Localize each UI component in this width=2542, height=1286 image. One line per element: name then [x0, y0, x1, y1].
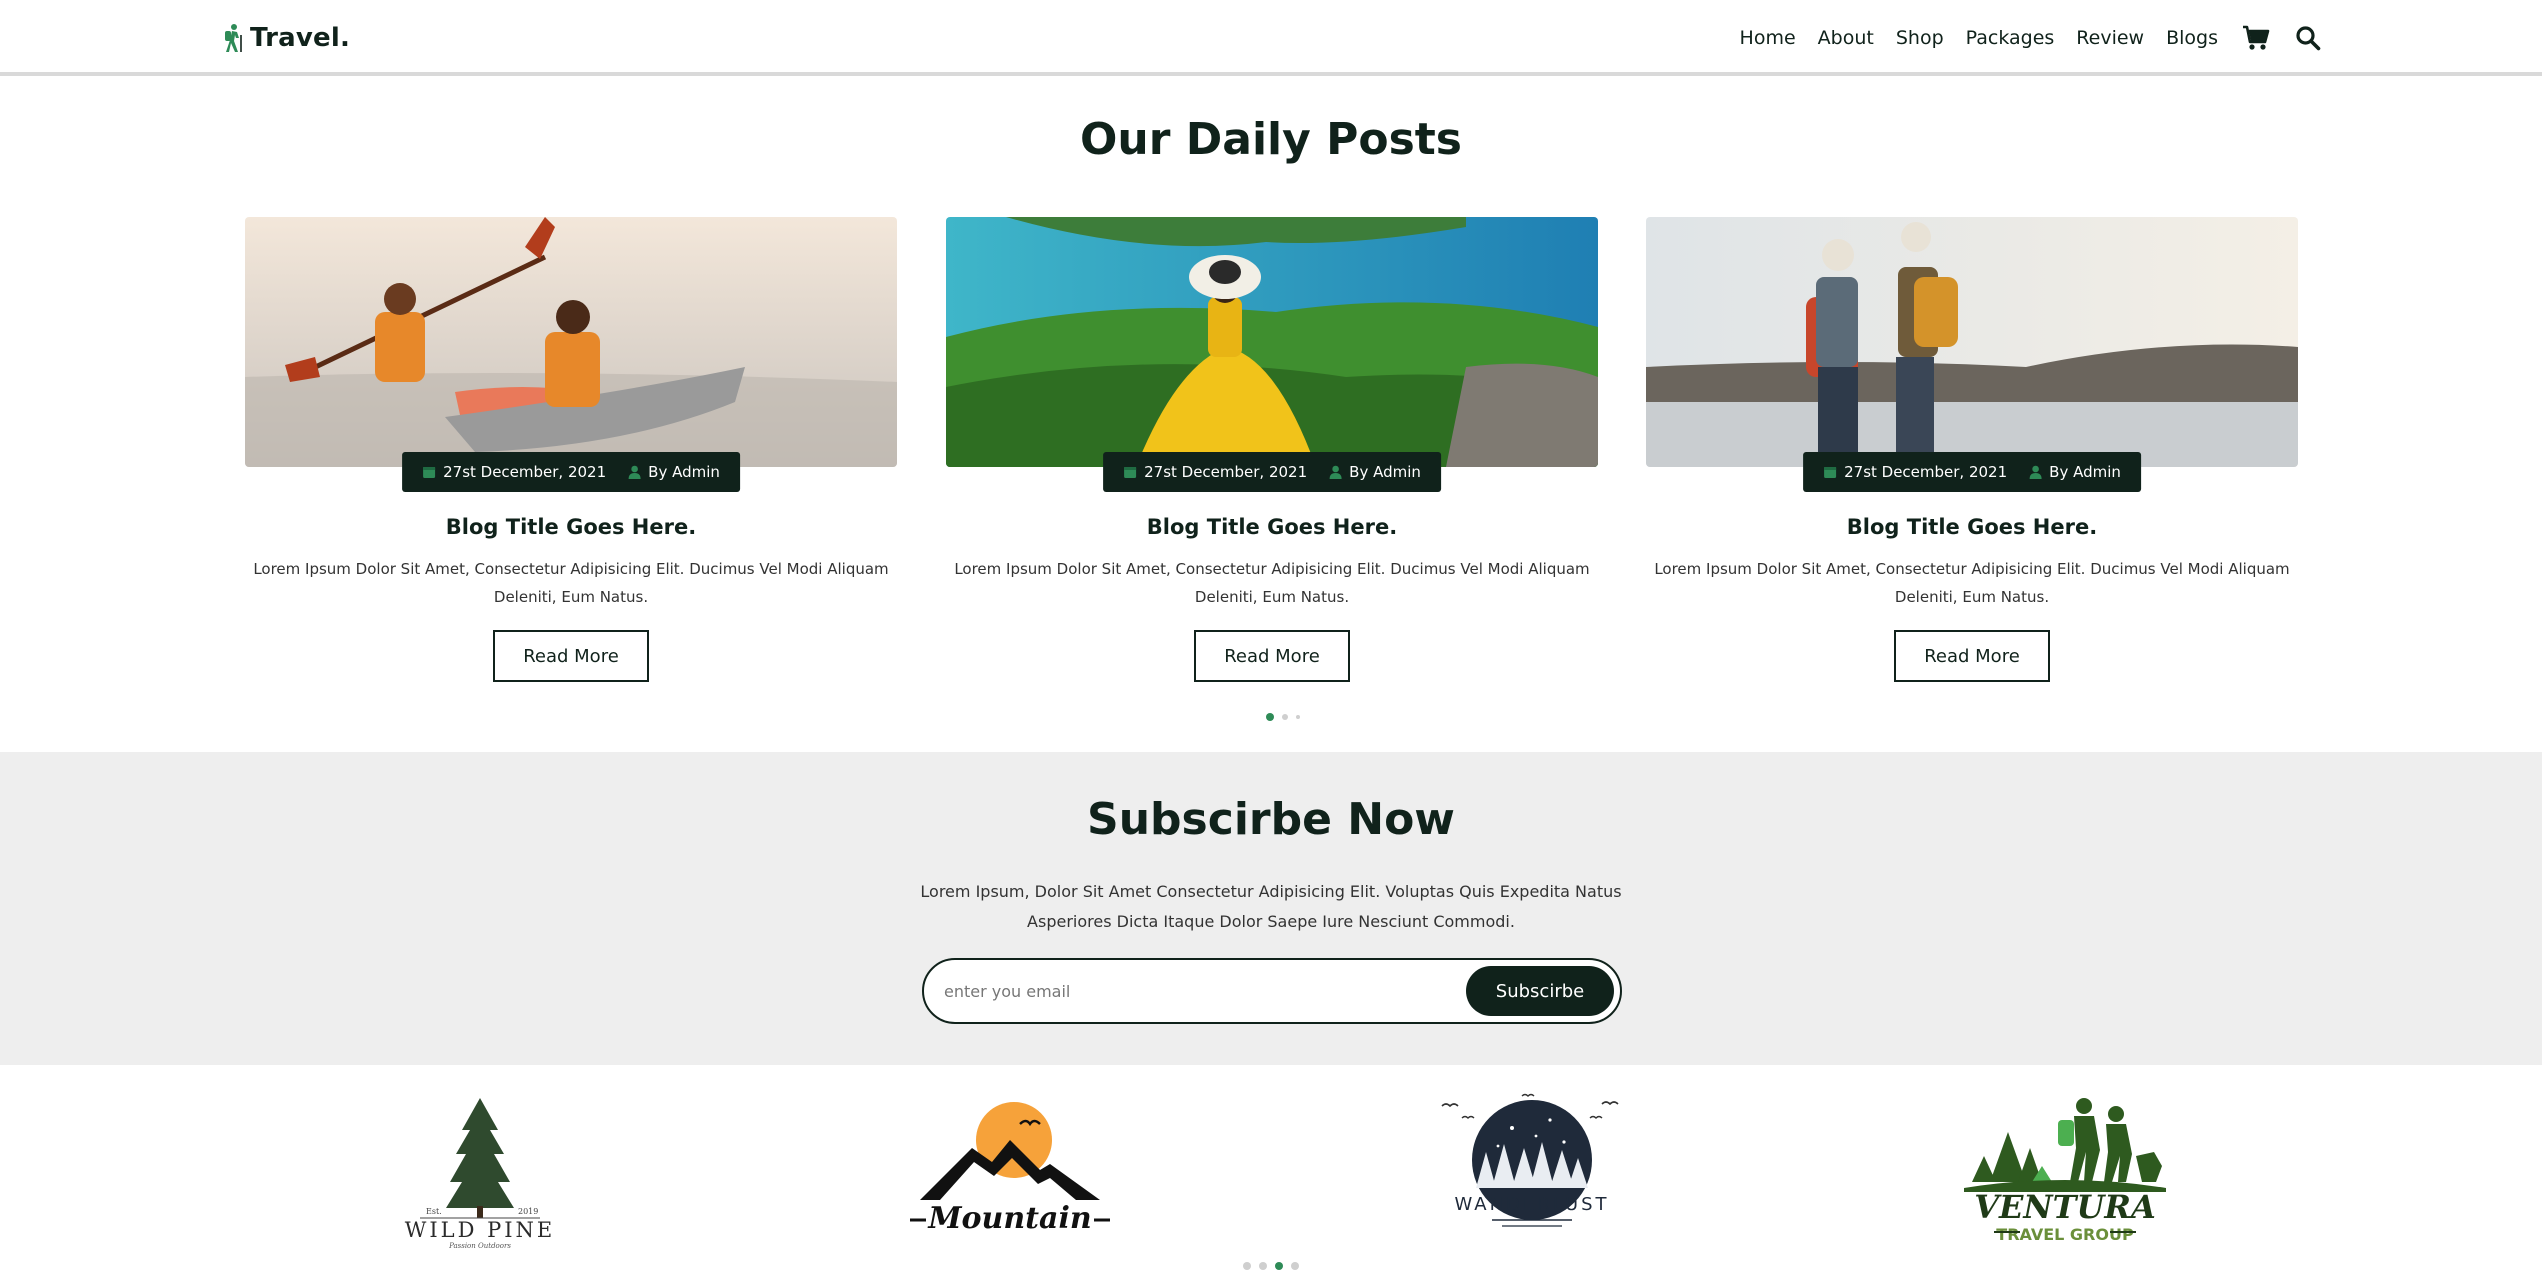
cart-icon[interactable] [2242, 24, 2270, 52]
post-title[interactable]: Blog Title Goes Here. [946, 515, 1598, 539]
post-date: 27st December, 2021 [1844, 463, 2008, 481]
nav-blogs[interactable]: Blogs [2166, 27, 2218, 49]
main-nav: Home About Shop Packages Review Blogs [1740, 18, 2322, 58]
wild-pine-est: Est. [426, 1207, 442, 1216]
post-meta: 27st December, 2021 By Admin [1103, 452, 1441, 492]
blog-image-hikers [1646, 217, 2298, 467]
subscribe-title: Subscirbe Now [1087, 794, 1455, 845]
read-more-button[interactable]: Read More [1894, 630, 2050, 682]
site-header: Travel. Home About Shop Packages Review … [0, 0, 2542, 76]
hiker-icon [225, 24, 242, 52]
calendar-icon [1124, 467, 1137, 478]
posts-title: Our Daily Posts [1079, 114, 1462, 165]
brands-dot-3[interactable] [1275, 1262, 1283, 1270]
subscribe-text-line2: Asperiores Dicta Itaque Dolor Saepe Iure… [1027, 912, 1515, 931]
calendar-icon [423, 467, 436, 478]
read-more-button[interactable]: Read More [1194, 630, 1350, 682]
wild-pine-logo: Est. 2019 WILD PINE Passion Outdoors [405, 1098, 555, 1250]
pagination-dot-2[interactable] [1282, 714, 1288, 720]
post-date: 27st December, 2021 [443, 463, 607, 481]
wanderlust-logo: WANDERLUST [1441, 1093, 1619, 1227]
subscribe-text-line1: Lorem Ipsum, Dolor Sit Amet Consectetur … [920, 882, 1622, 901]
logo[interactable]: Travel. [222, 20, 350, 56]
ventura-sub: TRAVEL GROUP [1996, 1225, 2134, 1244]
subscribe-button[interactable]: Subscirbe [1466, 966, 1614, 1016]
nav-review[interactable]: Review [2076, 27, 2144, 49]
subscribe-form: Subscirbe [922, 958, 1622, 1024]
wild-pine-name: WILD PINE [405, 1218, 555, 1242]
search-icon[interactable] [2294, 24, 2322, 52]
nav-packages[interactable]: Packages [1966, 27, 2055, 49]
mountain-name: Mountain [927, 1201, 1091, 1236]
nav-shop[interactable]: Shop [1896, 27, 1944, 49]
blog-card: 27st December, 2021 By Admin Blog Title … [1646, 217, 2298, 687]
post-meta: 27st December, 2021 By Admin [402, 452, 740, 492]
wild-pine-year: 2019 [518, 1207, 538, 1216]
post-title[interactable]: Blog Title Goes Here. [1646, 515, 2298, 539]
blog-card: 27st December, 2021 By Admin Blog Title … [245, 217, 897, 687]
nav-home[interactable]: Home [1740, 27, 1796, 49]
subscribe-text: Lorem Ipsum, Dolor Sit Amet Consectetur … [0, 877, 2542, 937]
posts-pagination [1266, 713, 1300, 721]
post-excerpt: Lorem Ipsum Dolor Sit Amet, Consectetur … [954, 560, 1590, 606]
brands-pagination [1243, 1262, 1299, 1270]
wild-pine-tagline: Passion Outdoors [448, 1242, 511, 1250]
post-author: By Admin [648, 463, 720, 481]
post-excerpt: Lorem Ipsum Dolor Sit Amet, Consectetur … [253, 560, 889, 606]
wanderlust-name: WANDERLUST [1454, 1194, 1609, 1215]
mountain-logo: Mountain [910, 1102, 1110, 1236]
user-icon [2029, 465, 2042, 479]
brands-dot-1[interactable] [1243, 1262, 1251, 1270]
email-input[interactable] [944, 974, 1424, 1008]
nav-about[interactable]: About [1818, 27, 1874, 49]
user-icon [628, 465, 641, 479]
brands-dot-2[interactable] [1259, 1262, 1267, 1270]
pagination-dot-3[interactable] [1296, 715, 1300, 719]
pagination-dot-1[interactable] [1266, 713, 1274, 721]
blog-image-island [946, 217, 1598, 467]
blog-image-kayak [245, 217, 897, 467]
blog-card: 27st December, 2021 By Admin Blog Title … [946, 217, 1598, 687]
ventura-name: VENTURA [1974, 1188, 2156, 1226]
post-author: By Admin [2049, 463, 2121, 481]
ventura-logo: VENTURA TRAVEL GROUP [1964, 1098, 2166, 1244]
calendar-icon [1824, 467, 1837, 478]
logo-text: Travel. [250, 23, 351, 53]
post-excerpt: Lorem Ipsum Dolor Sit Amet, Consectetur … [1654, 560, 2290, 606]
post-meta: 27st December, 2021 By Admin [1803, 452, 2141, 492]
brands-dot-4[interactable] [1291, 1262, 1299, 1270]
post-date: 27st December, 2021 [1144, 463, 1308, 481]
post-title[interactable]: Blog Title Goes Here. [245, 515, 897, 539]
post-author: By Admin [1349, 463, 1421, 481]
read-more-button[interactable]: Read More [493, 630, 649, 682]
subscribe-section: Subscirbe Now Lorem Ipsum, Dolor Sit Ame… [0, 752, 2542, 1065]
user-icon [1329, 465, 1342, 479]
